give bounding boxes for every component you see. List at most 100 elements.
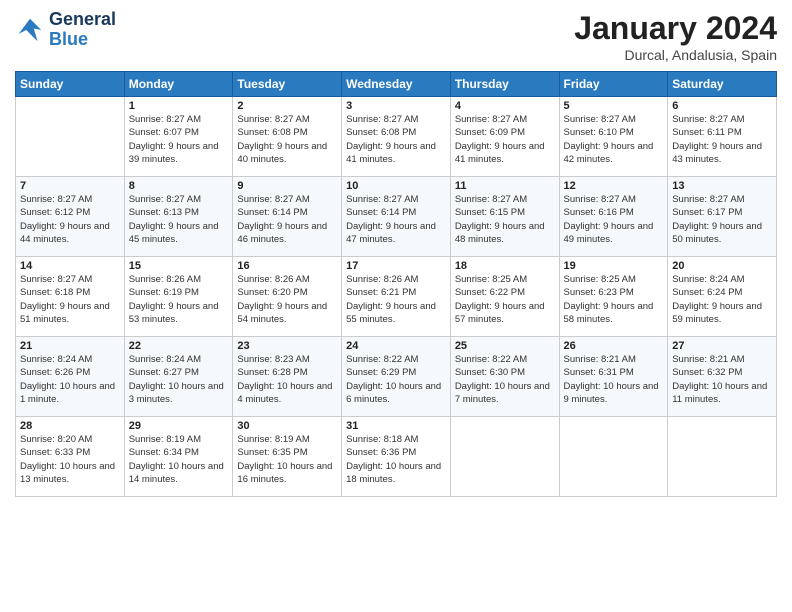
sunset: Sunset: 6:27 PM: [129, 367, 199, 378]
calendar-header-row: Sunday Monday Tuesday Wednesday Thursday…: [16, 72, 777, 97]
calendar-cell: [559, 417, 668, 497]
sunrise: Sunrise: 8:24 AM: [672, 274, 744, 285]
day-number: 7: [20, 180, 120, 192]
day-info: Sunrise: 8:27 AM Sunset: 6:08 PM Dayligh…: [237, 113, 337, 166]
day-number: 20: [672, 260, 772, 272]
day-number: 3: [346, 100, 446, 112]
logo-icon: [15, 15, 45, 45]
calendar-table: Sunday Monday Tuesday Wednesday Thursday…: [15, 71, 777, 497]
sunset: Sunset: 6:08 PM: [346, 127, 416, 138]
calendar-cell: 2 Sunrise: 8:27 AM Sunset: 6:08 PM Dayli…: [233, 97, 342, 177]
sunrise: Sunrise: 8:24 AM: [20, 354, 92, 365]
day-info: Sunrise: 8:27 AM Sunset: 6:14 PM Dayligh…: [237, 193, 337, 246]
col-monday: Monday: [124, 72, 233, 97]
day-info: Sunrise: 8:24 AM Sunset: 6:26 PM Dayligh…: [20, 353, 120, 406]
daylight: Daylight: 9 hours and 41 minutes.: [455, 141, 545, 165]
day-info: Sunrise: 8:27 AM Sunset: 6:17 PM Dayligh…: [672, 193, 772, 246]
sunrise: Sunrise: 8:23 AM: [237, 354, 309, 365]
day-number: 21: [20, 340, 120, 352]
sunrise: Sunrise: 8:27 AM: [672, 194, 744, 205]
sunset: Sunset: 6:18 PM: [20, 287, 90, 298]
daylight: Daylight: 10 hours and 11 minutes.: [672, 381, 767, 405]
calendar-cell: 13 Sunrise: 8:27 AM Sunset: 6:17 PM Dayl…: [668, 177, 777, 257]
sunset: Sunset: 6:26 PM: [20, 367, 90, 378]
day-number: 29: [129, 420, 229, 432]
day-info: Sunrise: 8:27 AM Sunset: 6:18 PM Dayligh…: [20, 273, 120, 326]
day-number: 9: [237, 180, 337, 192]
calendar-cell: 28 Sunrise: 8:20 AM Sunset: 6:33 PM Dayl…: [16, 417, 125, 497]
calendar-cell: 14 Sunrise: 8:27 AM Sunset: 6:18 PM Dayl…: [16, 257, 125, 337]
day-number: 16: [237, 260, 337, 272]
daylight: Daylight: 10 hours and 14 minutes.: [129, 461, 224, 485]
day-info: Sunrise: 8:27 AM Sunset: 6:07 PM Dayligh…: [129, 113, 229, 166]
calendar-cell: 30 Sunrise: 8:19 AM Sunset: 6:35 PM Dayl…: [233, 417, 342, 497]
day-info: Sunrise: 8:27 AM Sunset: 6:09 PM Dayligh…: [455, 113, 555, 166]
day-info: Sunrise: 8:27 AM Sunset: 6:11 PM Dayligh…: [672, 113, 772, 166]
day-info: Sunrise: 8:19 AM Sunset: 6:35 PM Dayligh…: [237, 433, 337, 486]
sunset: Sunset: 6:33 PM: [20, 447, 90, 458]
day-number: 2: [237, 100, 337, 112]
sunrise: Sunrise: 8:26 AM: [129, 274, 201, 285]
day-number: 30: [237, 420, 337, 432]
day-info: Sunrise: 8:22 AM Sunset: 6:29 PM Dayligh…: [346, 353, 446, 406]
daylight: Daylight: 10 hours and 7 minutes.: [455, 381, 550, 405]
logo-line2: Blue: [49, 29, 88, 49]
month-title: January 2024: [574, 10, 777, 47]
sunset: Sunset: 6:20 PM: [237, 287, 307, 298]
day-number: 14: [20, 260, 120, 272]
day-number: 18: [455, 260, 555, 272]
daylight: Daylight: 9 hours and 58 minutes.: [564, 301, 654, 325]
daylight: Daylight: 9 hours and 44 minutes.: [20, 221, 110, 245]
logo: General Blue: [15, 10, 116, 50]
sunset: Sunset: 6:28 PM: [237, 367, 307, 378]
sunrise: Sunrise: 8:27 AM: [346, 114, 418, 125]
sunrise: Sunrise: 8:27 AM: [129, 194, 201, 205]
sunset: Sunset: 6:15 PM: [455, 207, 525, 218]
location: Durcal, Andalusia, Spain: [574, 47, 777, 63]
day-number: 24: [346, 340, 446, 352]
day-number: 1: [129, 100, 229, 112]
daylight: Daylight: 9 hours and 46 minutes.: [237, 221, 327, 245]
day-info: Sunrise: 8:24 AM Sunset: 6:27 PM Dayligh…: [129, 353, 229, 406]
sunrise: Sunrise: 8:25 AM: [455, 274, 527, 285]
sunset: Sunset: 6:09 PM: [455, 127, 525, 138]
sunrise: Sunrise: 8:27 AM: [237, 114, 309, 125]
calendar-cell: 25 Sunrise: 8:22 AM Sunset: 6:30 PM Dayl…: [450, 337, 559, 417]
day-number: 12: [564, 180, 664, 192]
calendar-week-row: 28 Sunrise: 8:20 AM Sunset: 6:33 PM Dayl…: [16, 417, 777, 497]
sunset: Sunset: 6:36 PM: [346, 447, 416, 458]
col-tuesday: Tuesday: [233, 72, 342, 97]
calendar-week-row: 14 Sunrise: 8:27 AM Sunset: 6:18 PM Dayl…: [16, 257, 777, 337]
day-number: 13: [672, 180, 772, 192]
calendar-cell: 24 Sunrise: 8:22 AM Sunset: 6:29 PM Dayl…: [342, 337, 451, 417]
day-info: Sunrise: 8:27 AM Sunset: 6:15 PM Dayligh…: [455, 193, 555, 246]
daylight: Daylight: 9 hours and 54 minutes.: [237, 301, 327, 325]
calendar-cell: 11 Sunrise: 8:27 AM Sunset: 6:15 PM Dayl…: [450, 177, 559, 257]
day-info: Sunrise: 8:26 AM Sunset: 6:19 PM Dayligh…: [129, 273, 229, 326]
sunrise: Sunrise: 8:21 AM: [672, 354, 744, 365]
daylight: Daylight: 9 hours and 53 minutes.: [129, 301, 219, 325]
day-number: 27: [672, 340, 772, 352]
daylight: Daylight: 9 hours and 59 minutes.: [672, 301, 762, 325]
daylight: Daylight: 9 hours and 49 minutes.: [564, 221, 654, 245]
day-number: 19: [564, 260, 664, 272]
sunrise: Sunrise: 8:27 AM: [20, 194, 92, 205]
day-number: 15: [129, 260, 229, 272]
calendar-cell: 1 Sunrise: 8:27 AM Sunset: 6:07 PM Dayli…: [124, 97, 233, 177]
daylight: Daylight: 10 hours and 13 minutes.: [20, 461, 115, 485]
sunrise: Sunrise: 8:19 AM: [237, 434, 309, 445]
sunset: Sunset: 6:21 PM: [346, 287, 416, 298]
sunrise: Sunrise: 8:26 AM: [346, 274, 418, 285]
sunrise: Sunrise: 8:27 AM: [346, 194, 418, 205]
calendar-cell: 5 Sunrise: 8:27 AM Sunset: 6:10 PM Dayli…: [559, 97, 668, 177]
day-info: Sunrise: 8:24 AM Sunset: 6:24 PM Dayligh…: [672, 273, 772, 326]
daylight: Daylight: 9 hours and 42 minutes.: [564, 141, 654, 165]
sunset: Sunset: 6:19 PM: [129, 287, 199, 298]
sunset: Sunset: 6:08 PM: [237, 127, 307, 138]
calendar-cell: 19 Sunrise: 8:25 AM Sunset: 6:23 PM Dayl…: [559, 257, 668, 337]
sunrise: Sunrise: 8:27 AM: [564, 194, 636, 205]
daylight: Daylight: 9 hours and 48 minutes.: [455, 221, 545, 245]
daylight: Daylight: 10 hours and 3 minutes.: [129, 381, 224, 405]
calendar-cell: 4 Sunrise: 8:27 AM Sunset: 6:09 PM Dayli…: [450, 97, 559, 177]
logo-text: General Blue: [49, 10, 116, 50]
